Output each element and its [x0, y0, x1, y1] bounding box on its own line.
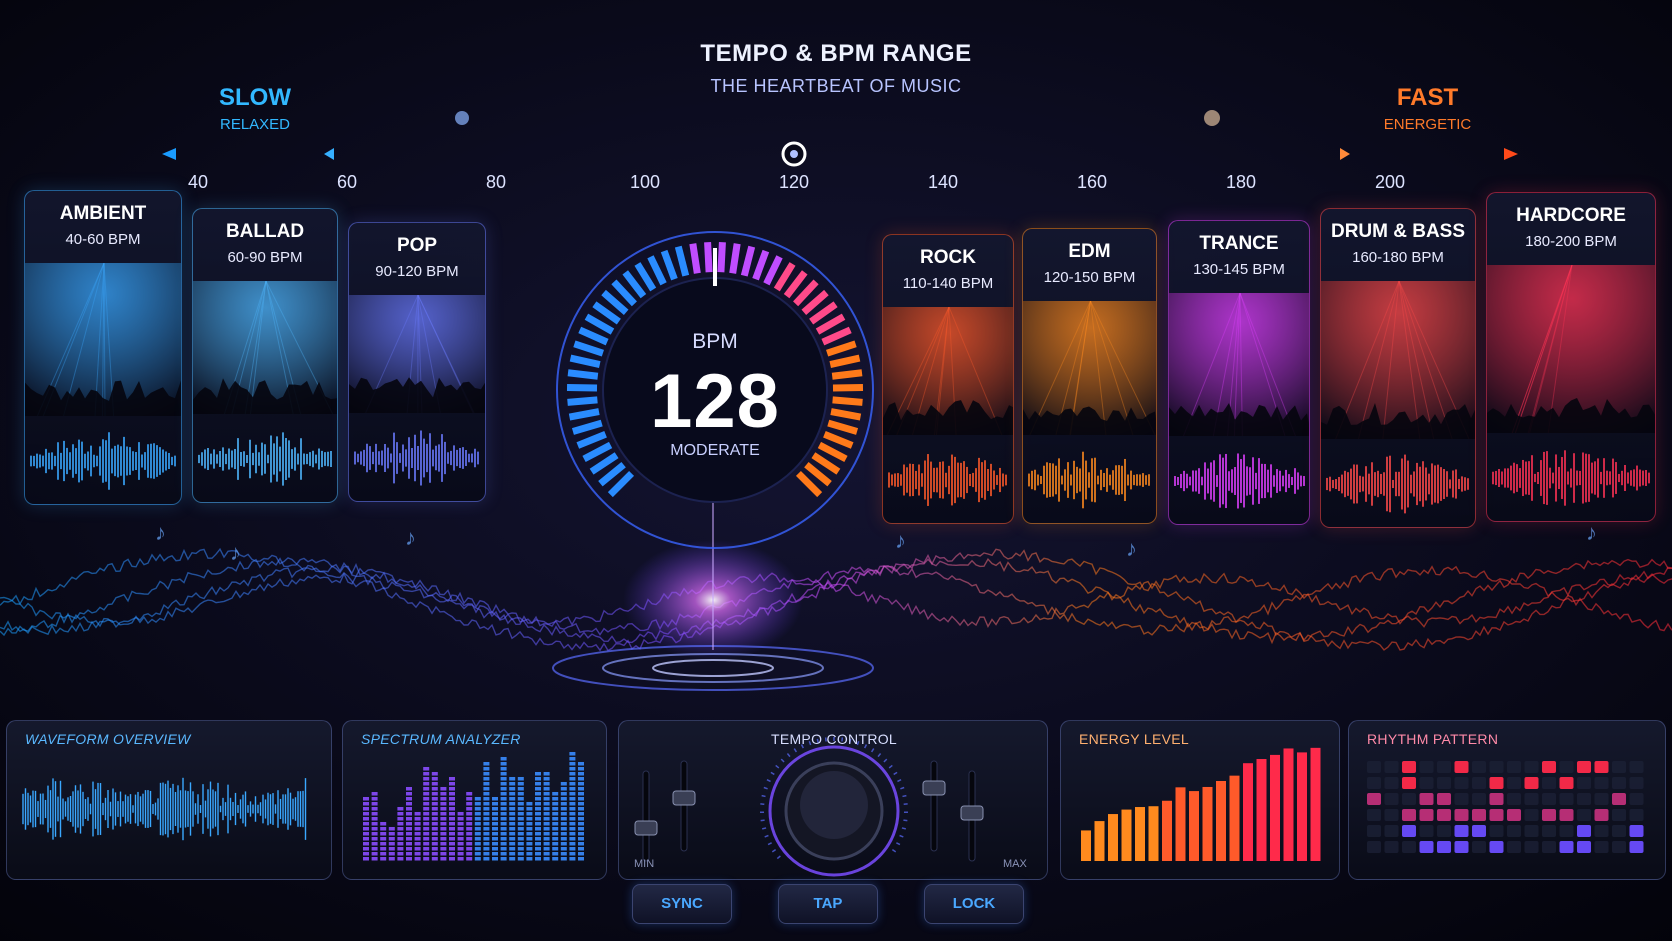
energy-level-panel: ENERGY LEVEL: [1060, 720, 1340, 880]
waveform-overview-title: WAVEFORM OVERVIEW: [25, 731, 191, 747]
genre-card[interactable]: ROCK 110-140 BPM: [882, 234, 1014, 524]
tick-label: 180: [1225, 172, 1257, 192]
music-note-icon: ♪: [155, 520, 166, 545]
energy-level-title: ENERGY LEVEL: [1079, 731, 1189, 747]
genre-waveform: [888, 454, 1007, 506]
bpm-marker[interactable]: [781, 141, 807, 167]
bpm-value: 128: [650, 359, 780, 444]
spectrum-analyzer-title: SPECTRUM ANALYZER: [361, 731, 521, 747]
genre-waveform: [1326, 454, 1469, 514]
music-note-icon: ♪: [1586, 520, 1597, 545]
genre-name: BALLAD: [225, 221, 305, 242]
slider-icon[interactable]: [672, 760, 696, 852]
genre-bpm-range: 90-120 BPM: [375, 263, 459, 280]
genre-waveform: [1028, 451, 1150, 509]
genre-bpm-range: 120-150 BPM: [1043, 269, 1136, 286]
genre-name: POP: [396, 235, 438, 256]
genre-card[interactable]: POP 90-120 BPM: [348, 222, 486, 502]
tick-label: 140: [927, 172, 959, 192]
genre-bpm-range: 60-90 BPM: [227, 249, 303, 266]
genre-scene-image: [349, 295, 485, 413]
genre-scene-image: [1487, 265, 1655, 433]
rhythm-pattern-title: RHYTHM PATTERN: [1367, 731, 1499, 747]
genre-waveform: [1174, 453, 1305, 509]
music-note-icon: ♪: [1126, 536, 1137, 561]
music-note-icon: ♪: [895, 528, 906, 553]
tap-button[interactable]: TAP: [778, 884, 878, 924]
genre-card[interactable]: HARDCORE 180-200 BPM: [1486, 192, 1656, 522]
lock-button[interactable]: LOCK: [924, 884, 1024, 924]
genre-card[interactable]: TRANCE 130-145 BPM: [1168, 220, 1310, 525]
tempo-max-label: MAX: [1003, 858, 1027, 870]
genre-name: AMBIENT: [59, 203, 147, 224]
genre-bpm-range: 40-60 BPM: [65, 231, 141, 248]
fast-label: FAST: [1396, 84, 1459, 111]
tick-label: 200: [1374, 172, 1406, 192]
genre-scene-image: [193, 281, 337, 414]
genre-name: DRUM & BASS: [1330, 221, 1466, 242]
genre-waveform: [30, 432, 176, 490]
genre-scene-image: [1169, 293, 1309, 436]
tempo-mood: MODERATE: [670, 442, 760, 459]
arrow-right-icon: [1504, 148, 1518, 160]
genre-scene-image: [1321, 281, 1475, 439]
page-title: TEMPO & BPM RANGE: [700, 40, 972, 67]
gauge-label: BPM: [692, 330, 738, 353]
bpm-scale[interactable]: [160, 130, 1520, 200]
music-note-icon: ♪: [230, 540, 241, 565]
genre-scene-image: [25, 263, 181, 416]
genre-card[interactable]: AMBIENT 40-60 BPM: [24, 190, 182, 505]
genre-name: ROCK: [920, 247, 976, 268]
fast-pole: FAST ENERGETIC: [1370, 84, 1485, 133]
tick-label: 40: [187, 172, 209, 192]
tempo-control-panel: TEMPO CONTROL: [618, 720, 1048, 880]
genre-waveform: [1492, 450, 1650, 506]
tick-label: 100: [629, 172, 661, 192]
arrow-left-icon: [162, 148, 176, 160]
spectrum-analyzer-panel: SPECTRUM ANALYZER: [342, 720, 607, 880]
genre-card[interactable]: DRUM & BASS 160-180 BPM: [1320, 208, 1476, 528]
genre-bpm-range: 130-145 BPM: [1193, 261, 1285, 278]
genre-bpm-range: 110-140 BPM: [902, 275, 994, 292]
arrow-right-icon: [1340, 148, 1350, 160]
genre-waveform: [354, 430, 479, 486]
genre-waveform: [198, 432, 332, 486]
genre-name: TRANCE: [1199, 233, 1279, 254]
tempo-min-label: MIN: [634, 858, 655, 870]
genre-scene-image: [883, 307, 1013, 435]
genre-bpm-range: 160-180 BPM: [1352, 249, 1444, 266]
slider-icon[interactable]: [634, 770, 658, 862]
tick-label: 60: [336, 172, 358, 192]
genre-scene-image: [1023, 301, 1156, 435]
genre-name: EDM: [1068, 241, 1111, 262]
genre-name: HARDCORE: [1516, 205, 1626, 226]
sync-button[interactable]: SYNC: [632, 884, 732, 924]
tick-label: 120: [778, 172, 810, 192]
genre-card[interactable]: BALLAD 60-90 BPM: [192, 208, 338, 503]
knob-icon[interactable]: [768, 745, 900, 877]
genre-card[interactable]: EDM 120-150 BPM: [1022, 228, 1157, 524]
waveform-overview-panel: WAVEFORM OVERVIEW: [6, 720, 332, 880]
slider-icon[interactable]: [960, 770, 984, 862]
arrow-left-icon: [324, 148, 334, 160]
tick-label: 80: [485, 172, 507, 192]
slider-icon[interactable]: [922, 760, 946, 852]
tick-label: 160: [1076, 172, 1108, 192]
slow-pole: SLOW RELAXED: [200, 84, 310, 133]
slow-label: SLOW: [219, 84, 291, 111]
rhythm-pattern-panel: RHYTHM PATTERN: [1348, 720, 1666, 880]
tempo-control-title: TEMPO CONTROL: [770, 731, 898, 747]
music-note-icon: ♪: [405, 525, 416, 550]
genre-bpm-range: 180-200 BPM: [1525, 233, 1617, 250]
